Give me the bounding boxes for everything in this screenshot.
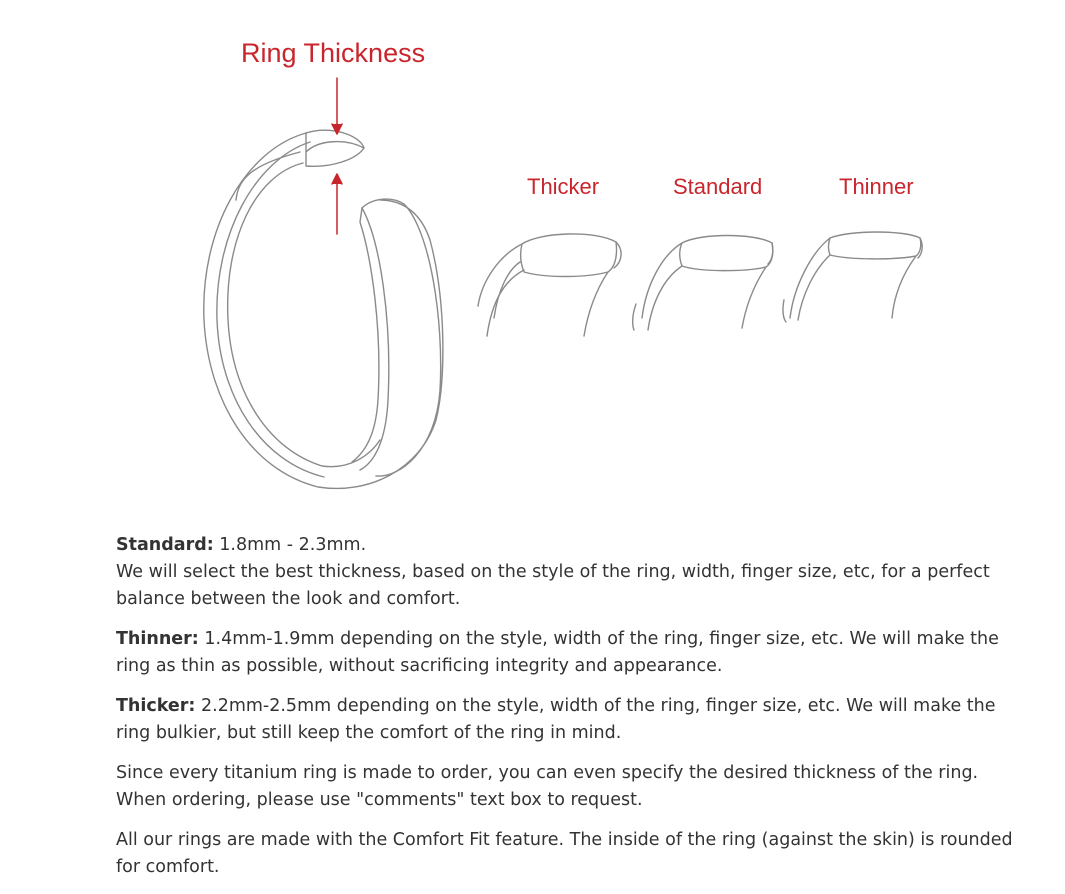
ring-illustration [203, 77, 923, 490]
standard-detail: We will select the best thickness, based… [116, 562, 990, 609]
standard-range: 1.8mm - 2.3mm. [213, 535, 367, 555]
thinner-term: Thinner: [116, 629, 199, 649]
custom-order-paragraph: Since every titanium ring is made to ord… [116, 763, 979, 810]
thinner-profile [782, 231, 923, 323]
ring-outer-edge-2 [216, 141, 325, 478]
thinner-label: Thinner [839, 174, 914, 199]
thicker-profile [477, 233, 622, 337]
ring-cross-section [305, 140, 365, 168]
thicker-label: Thicker [527, 174, 600, 199]
thicker-paragraph: Thicker: 2.2mm-2.5mm depending on the st… [116, 693, 1026, 747]
thinner-paragraph: Thinner: 1.4mm-1.9mm depending on the st… [116, 626, 1026, 680]
thicker-detail: 2.2mm-2.5mm depending on the style, widt… [116, 696, 996, 743]
standard-label: Standard [673, 174, 763, 199]
standard-paragraph: Standard: 1.8mm - 2.3mm. We will select … [116, 532, 1026, 613]
ring-inner-edge [226, 162, 381, 468]
thicker-term: Thicker: [116, 696, 196, 716]
thinner-detail: 1.4mm-1.9mm depending on the style, widt… [116, 629, 999, 676]
comfort-fit-paragraph: All our rings are made with the Comfort … [116, 830, 1013, 877]
ring-thickness-diagram: Ring Thickness Thicker Standard Thinner [0, 0, 1065, 520]
thickness-description: Standard: 1.8mm - 2.3mm. We will select … [116, 532, 1026, 894]
standard-profile [631, 234, 774, 331]
ring-thickness-title: Ring Thickness [241, 38, 426, 68]
standard-term: Standard: [116, 535, 214, 555]
